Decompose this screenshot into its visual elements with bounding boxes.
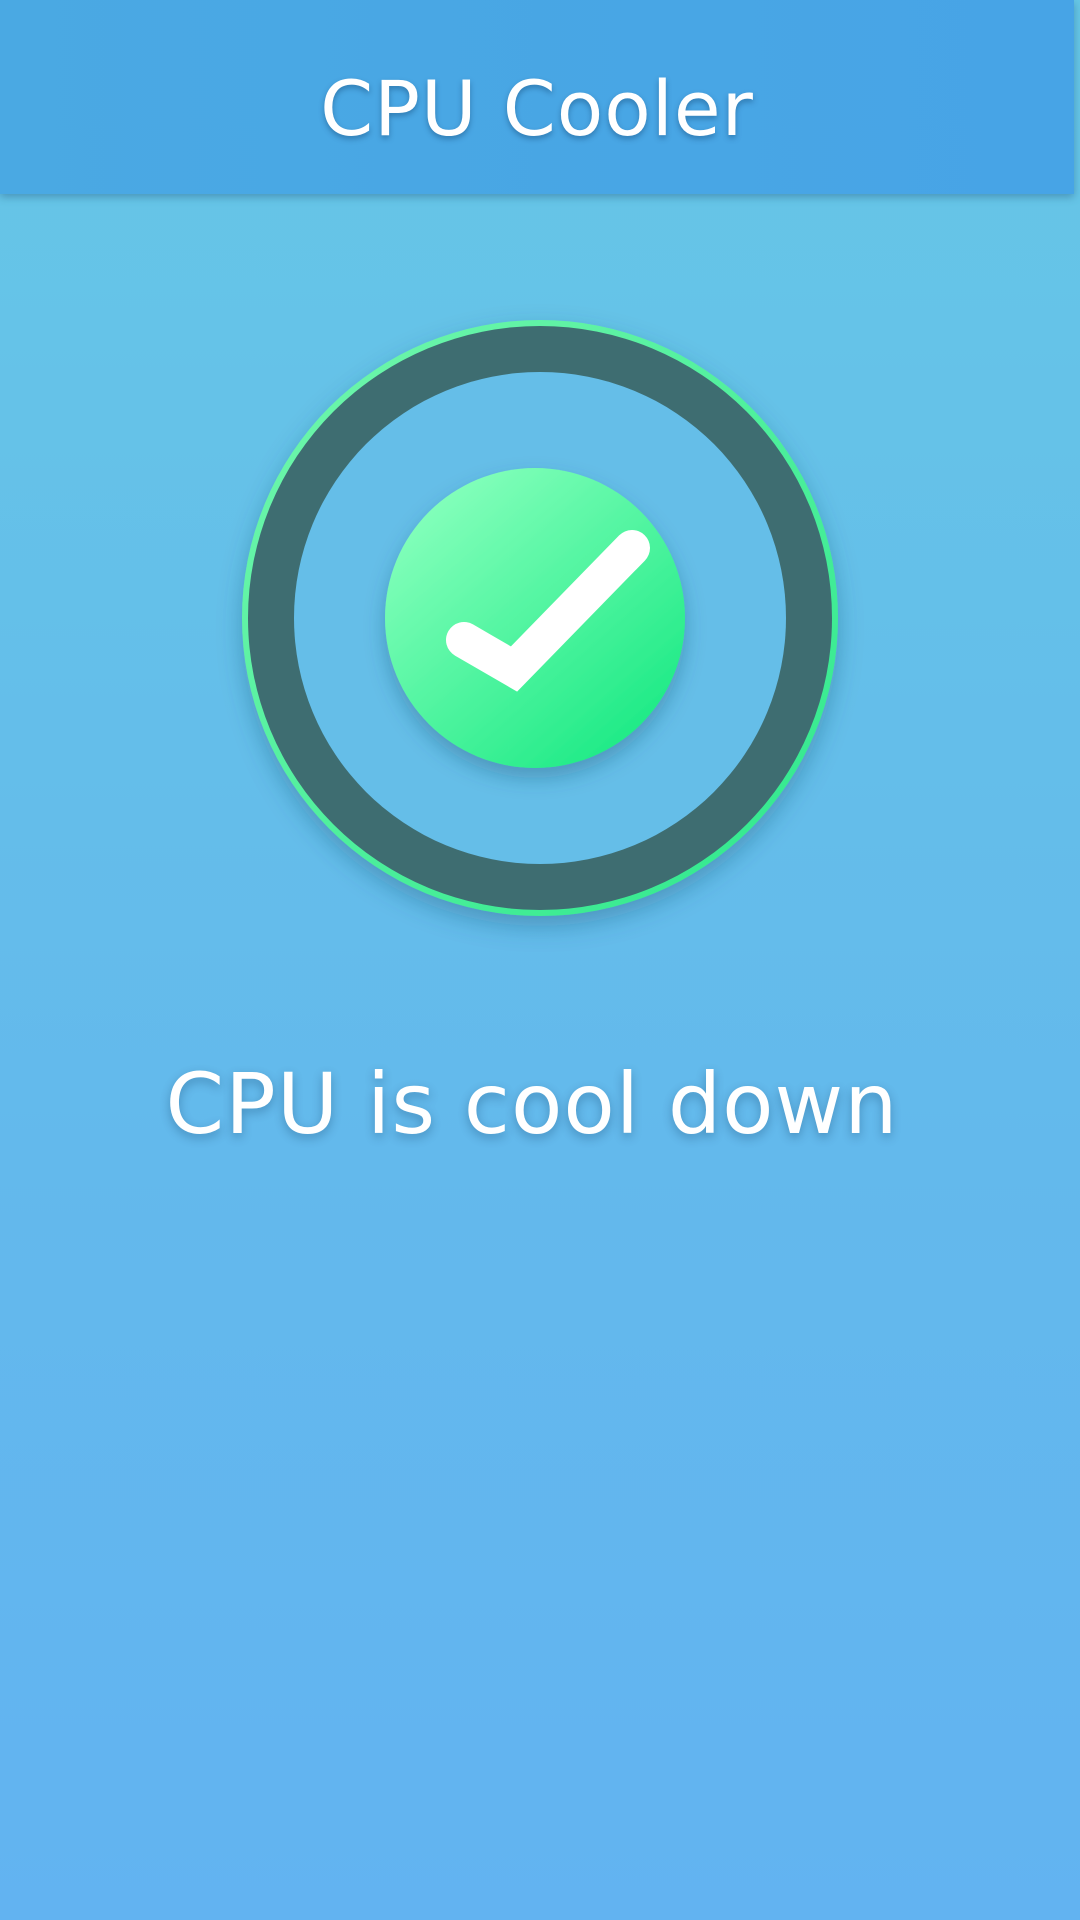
status-message: CPU is cool down: [165, 1055, 899, 1153]
status-ring: [242, 320, 838, 916]
app-title: CPU Cooler: [320, 63, 754, 153]
checkmark-badge: [385, 468, 685, 768]
app-bar: CPU Cooler: [0, 0, 1074, 194]
cool-status-graphic: [240, 318, 840, 918]
